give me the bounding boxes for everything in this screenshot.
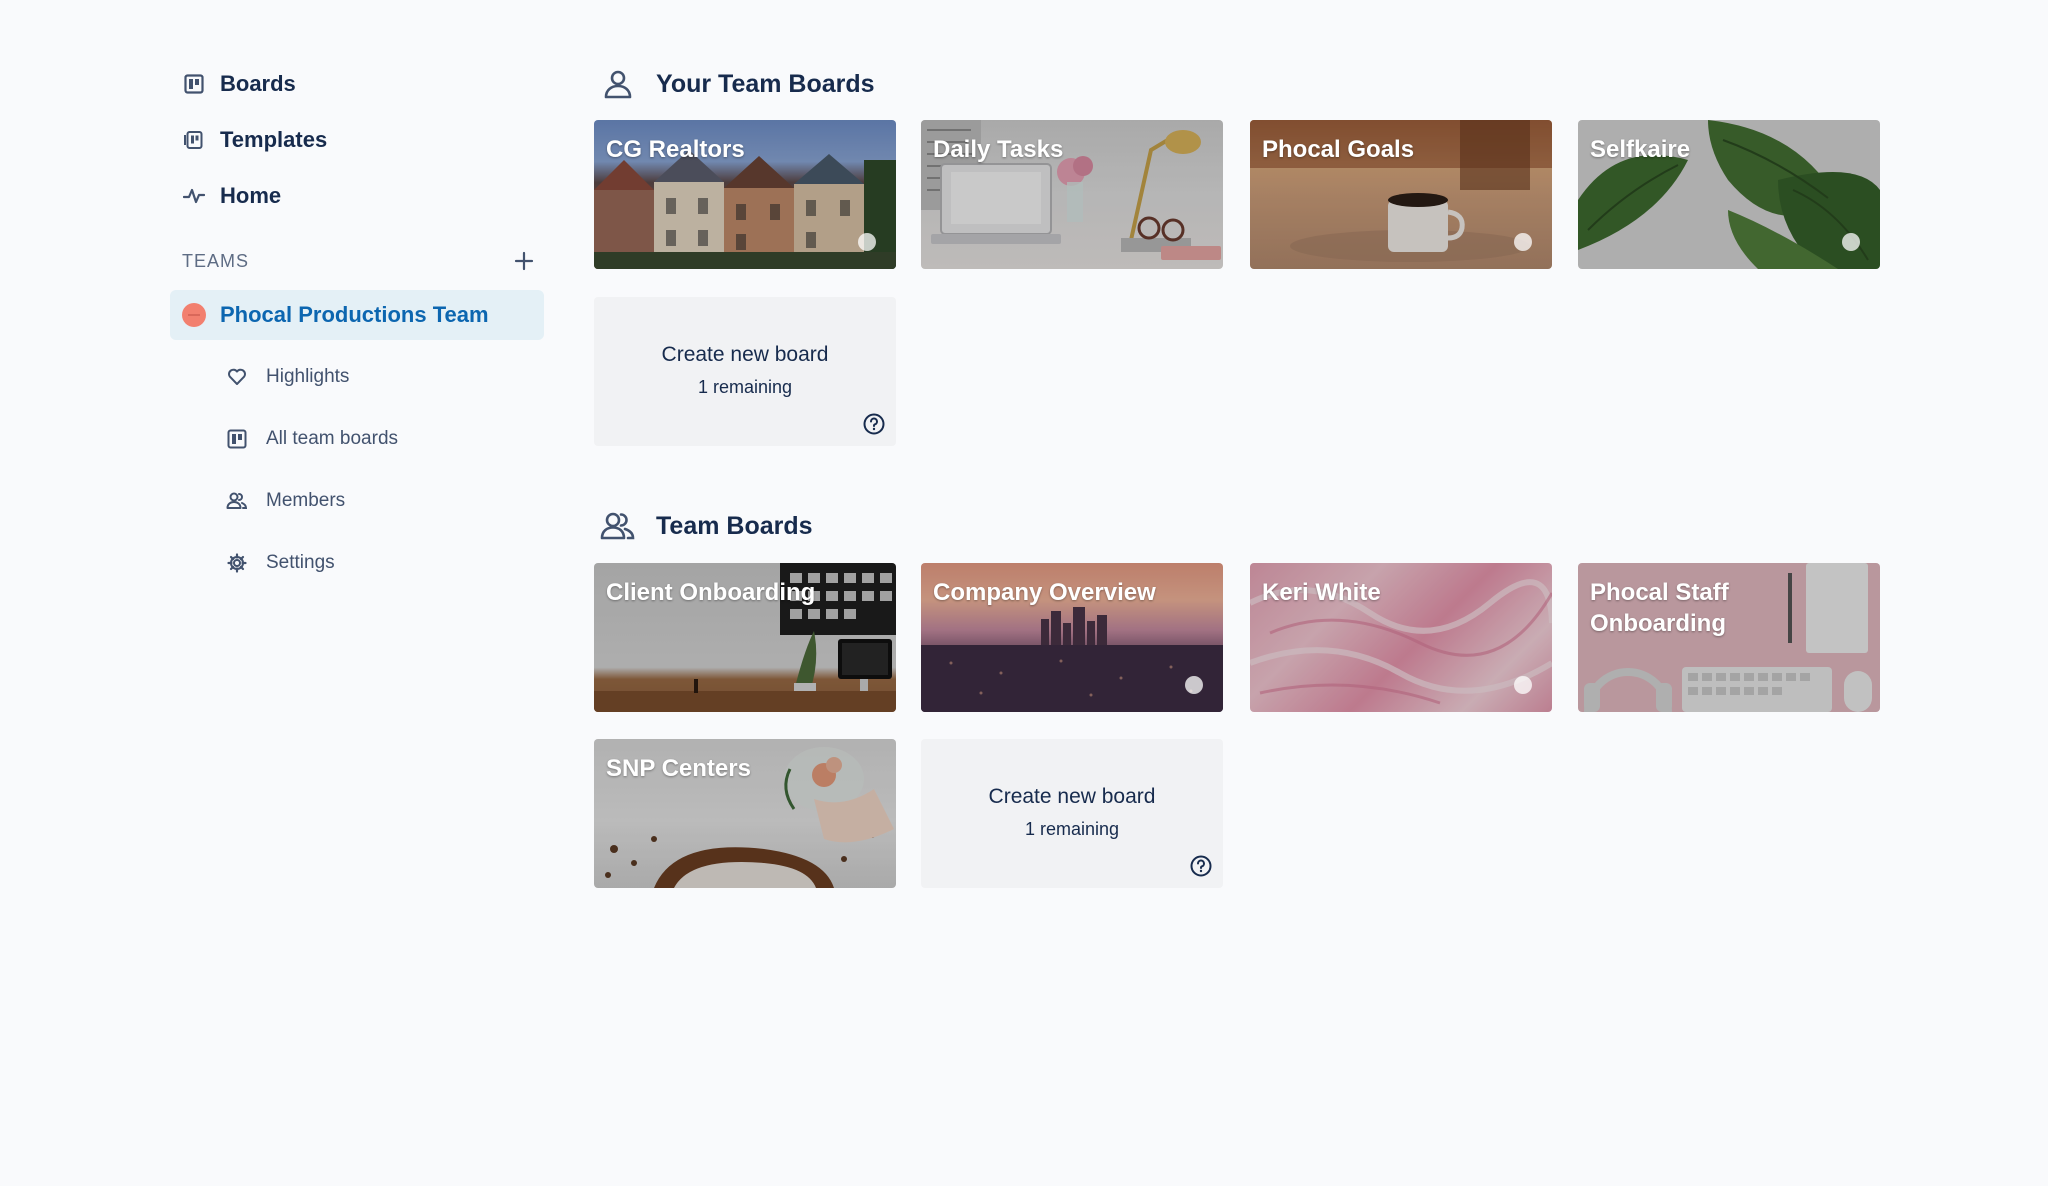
board-title: Phocal Staff Onboarding [1590, 579, 1729, 637]
help-icon[interactable] [1189, 854, 1213, 878]
boards-remaining: 1 remaining [697, 377, 793, 397]
board-title: Client Onboarding [606, 579, 816, 606]
sidebar: Boards Templates Home TEAMS Phocal Produ… [170, 62, 544, 600]
board-phocal-goals[interactable]: Phocal Goals [1250, 120, 1552, 269]
board-daily-tasks[interactable]: Daily Tasks [921, 120, 1223, 269]
create-new-board-button[interactable]: Create new board 1 remaining [921, 739, 1223, 888]
board-cg-realtors[interactable]: CG Realtors [594, 120, 896, 269]
board-title: Daily Tasks [933, 136, 1064, 163]
board-status-dot [1842, 233, 1860, 251]
board-title: Keri White [1262, 579, 1381, 606]
templates-icon [182, 128, 206, 152]
team-submenu: Highlights All team boards Members Setti… [170, 352, 544, 588]
board-status-dot [1514, 676, 1532, 694]
team-boards-title: Team Boards [656, 511, 813, 540]
highlights-label: Highlights [266, 366, 350, 387]
team-phocal-productions[interactable]: Phocal Productions Team [170, 290, 544, 340]
board-title: CG Realtors [606, 136, 745, 163]
board-icon [182, 72, 206, 96]
board-phocal-staff-onboarding[interactable]: Phocal Staff Onboarding [1578, 563, 1880, 712]
heart-icon [226, 366, 248, 388]
nav-templates[interactable]: Templates [170, 118, 544, 162]
nav-home-label: Home [220, 183, 282, 208]
plus-icon [514, 251, 534, 271]
create-board-label: Create new board [988, 785, 1156, 808]
board-company-overview[interactable]: Company Overview [921, 563, 1223, 712]
board-title: Phocal Goals [1262, 136, 1415, 163]
help-icon[interactable] [862, 412, 886, 436]
your-team-boards-title: Your Team Boards [656, 69, 875, 98]
add-team-button[interactable] [510, 247, 538, 275]
board-status-dot [858, 233, 876, 251]
create-board-label: Create new board [661, 343, 829, 366]
settings-label: Settings [266, 552, 335, 573]
team-boards-header: Team Boards [600, 508, 813, 544]
board-status-dot [1185, 676, 1203, 694]
board-status-dot [1514, 233, 1532, 251]
board-keri-white[interactable]: Keri White [1250, 563, 1552, 712]
team-item-all-boards[interactable]: All team boards [170, 414, 544, 464]
nav-home[interactable]: Home [170, 174, 544, 218]
team-item-highlights[interactable]: Highlights [170, 352, 544, 402]
team-logo-icon [182, 303, 206, 327]
nav-templates-label: Templates [220, 127, 328, 152]
board-selfkaire[interactable]: Selfkaire [1578, 120, 1880, 269]
board-title: Selfkaire [1590, 136, 1691, 163]
app: Boards Templates Home TEAMS Phocal Produ… [0, 0, 2048, 1186]
team-item-members[interactable]: Members [170, 476, 544, 526]
members-icon [600, 508, 636, 544]
nav-boards[interactable]: Boards [170, 62, 544, 106]
board-title: SNP Centers [606, 755, 751, 782]
create-new-board-button[interactable]: Create new board 1 remaining [594, 297, 896, 446]
gear-icon [226, 552, 248, 574]
teams-label: TEAMS [182, 250, 250, 271]
board-snp-centers[interactable]: SNP Centers [594, 739, 896, 888]
team-name: Phocal Productions Team [220, 302, 489, 327]
board-title: Company Overview [933, 579, 1156, 606]
members-icon [226, 490, 248, 512]
board-client-onboarding[interactable]: Client Onboarding [594, 563, 896, 712]
teams-header: TEAMS [170, 246, 544, 276]
members-label: Members [266, 490, 346, 511]
person-icon [600, 66, 636, 102]
activity-icon [182, 184, 206, 208]
all-team-boards-label: All team boards [266, 428, 399, 449]
your-team-boards-header: Your Team Boards [600, 66, 875, 102]
nav-boards-label: Boards [220, 71, 296, 96]
board-icon [226, 428, 248, 450]
team-item-settings[interactable]: Settings [170, 538, 544, 588]
boards-remaining: 1 remaining [1024, 819, 1120, 839]
